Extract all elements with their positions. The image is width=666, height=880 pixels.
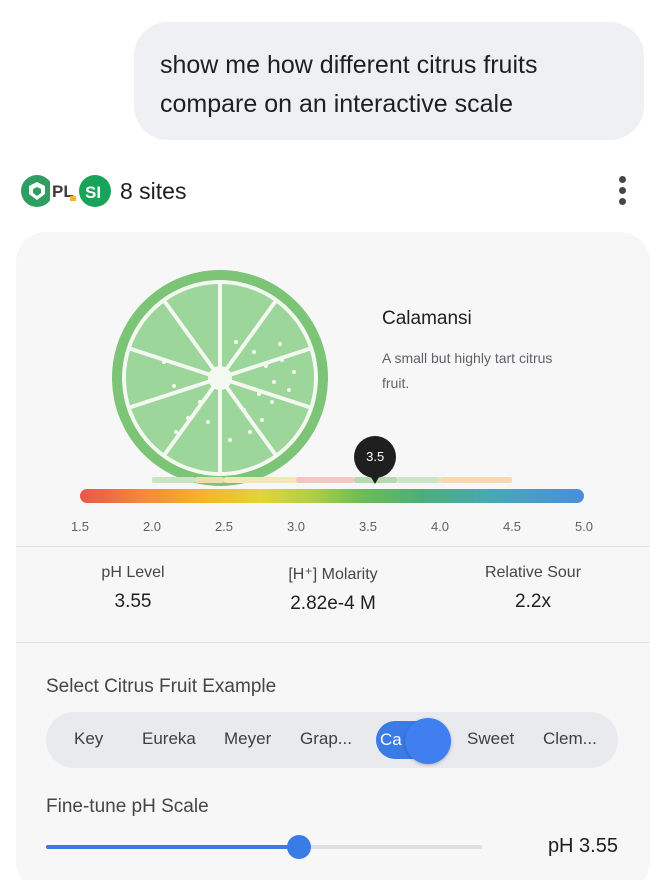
slider-fill	[46, 845, 299, 849]
stat-value: 3.55	[114, 591, 152, 612]
stat-molarity: [H⁺] Molarity 2.82e-4 M	[233, 564, 433, 615]
ph-tick-label: 2.5	[214, 519, 234, 534]
ph-tick-label: 4.5	[502, 519, 522, 534]
sources-row[interactable]: PL SI 8 sites	[20, 170, 646, 214]
fruit-range-band	[195, 477, 224, 483]
divider	[16, 642, 650, 643]
fruit-option-grapefruit[interactable]: Grap...	[300, 729, 352, 749]
ph-marker[interactable]: 3.5	[354, 436, 397, 488]
stat-relative-sour: Relative Sour 2.2x	[433, 564, 633, 613]
ph-tick-label: 1.5	[70, 519, 90, 534]
lime-slice-icon	[112, 270, 328, 486]
citrus-ph-card: Calamansi A small but highly tart citrus…	[16, 232, 650, 880]
fruit-range-band	[440, 477, 512, 483]
prompt-line-1: show me how different citrus fruits	[160, 51, 538, 79]
ph-slider[interactable]	[46, 832, 482, 862]
fruit-visual-panel: Calamansi A small but highly tart citrus…	[16, 232, 650, 546]
ph-tick-label: 5.0	[574, 519, 594, 534]
fruit-range-band	[296, 477, 354, 483]
fruit-name: Calamansi	[382, 308, 472, 329]
stat-label: Relative Sour	[484, 564, 582, 581]
stat-label: pH Level	[101, 564, 165, 581]
stats-row: pH Level 3.55 [H⁺] Molarity 2.82e-4 M Re…	[16, 564, 650, 630]
touch-cursor-indicator	[405, 718, 451, 764]
more-vert-icon[interactable]	[616, 176, 628, 206]
source-count[interactable]: 8 sites	[120, 178, 186, 205]
ph-tick-label: 2.0	[142, 519, 162, 534]
page: show me how different citrus fruits comp…	[0, 0, 666, 880]
stat-value: 2.82e-4 M	[290, 593, 376, 614]
fruit-option-clementine[interactable]: Clem...	[543, 729, 597, 749]
stat-value: 2.2x	[515, 591, 551, 612]
ph-scale-ticks: 1.5 2.0 2.5 3.0 3.5 4.0 4.5 5.0	[71, 519, 593, 537]
ph-tick-label: 4.0	[430, 519, 450, 534]
fruit-description: A small but highly tart citrus fruit.	[382, 350, 553, 391]
fruit-option-eureka[interactable]: Eureka	[142, 729, 196, 749]
ph-tick-label: 3.0	[286, 519, 306, 534]
fruit-option-sweet[interactable]: Sweet	[467, 729, 514, 749]
ph-color-scale[interactable]	[80, 489, 584, 503]
fruit-select-label: Select Citrus Fruit Example	[46, 676, 277, 697]
ph-marker-pointer	[368, 472, 383, 484]
pl-logo-icon: PL	[50, 180, 80, 202]
slider-thumb[interactable]	[286, 835, 311, 859]
fruit-selector: Key Eureka Meyer Grap... Ca Sweet Clem..…	[46, 712, 618, 768]
svg-text:SI: SI	[85, 183, 101, 202]
stat-label: [H⁺] Molarity	[288, 566, 378, 583]
user-prompt-bubble: show me how different citrus fruits comp…	[134, 22, 644, 140]
fruit-range-band	[224, 477, 296, 483]
fruit-range-band	[152, 477, 196, 483]
fruit-option-meyer[interactable]: Meyer	[224, 729, 271, 749]
ph-readout: pH 3.55	[547, 835, 618, 857]
stat-ph-level: pH Level 3.55	[33, 564, 233, 613]
fine-tune-label: Fine-tune pH Scale	[46, 796, 209, 817]
divider	[16, 546, 650, 547]
ph-tick-label: 3.5	[358, 519, 378, 534]
fruit-range-band	[396, 477, 440, 483]
prompt-line-2: compare on an interactive scale	[160, 90, 513, 118]
si-logo-icon: SI	[79, 175, 111, 207]
fruit-range-bands	[80, 477, 584, 483]
fruit-option-key[interactable]: Key	[74, 729, 103, 749]
